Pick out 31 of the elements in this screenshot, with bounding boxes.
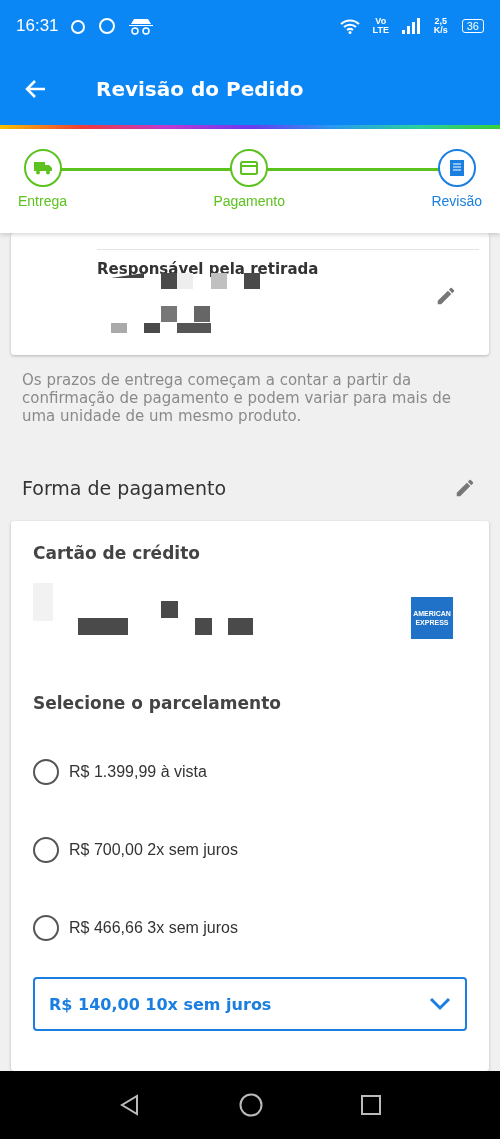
card-icon bbox=[240, 161, 259, 175]
battery-level: 36 bbox=[461, 19, 484, 33]
receipt-icon bbox=[449, 160, 464, 176]
network-speed: 2,5 K/s bbox=[432, 17, 449, 35]
step-label[interactable]: Revisão bbox=[431, 193, 482, 209]
payment-method: Cartão de crédito bbox=[33, 543, 201, 563]
radio-button[interactable] bbox=[33, 915, 59, 941]
section-title: Forma de pagamento bbox=[22, 477, 227, 499]
chevron-down-icon bbox=[429, 997, 451, 1011]
page-title: Revisão do Pedido bbox=[96, 76, 304, 101]
recents-nav-icon[interactable] bbox=[361, 1095, 381, 1115]
home-nav-icon[interactable] bbox=[239, 1093, 263, 1117]
truck-icon bbox=[33, 161, 52, 175]
installment-option[interactable]: R$ 466,66 3x sem juros bbox=[69, 919, 238, 937]
signal-icon bbox=[401, 18, 420, 34]
radio-button[interactable] bbox=[33, 759, 59, 785]
step-label[interactable]: Entrega bbox=[18, 193, 68, 209]
wifi-icon bbox=[339, 18, 360, 34]
installments-heading: Selecione o parcelamento bbox=[33, 693, 282, 713]
installment-option[interactable]: R$ 1.399,99 à vista bbox=[69, 763, 207, 781]
edit-icon[interactable] bbox=[454, 477, 476, 499]
back-nav-icon[interactable] bbox=[119, 1094, 141, 1116]
radio-button[interactable] bbox=[33, 837, 59, 863]
status-time: 16:31 bbox=[16, 16, 59, 36]
step-label[interactable]: Pagamento bbox=[213, 193, 286, 209]
delivery-note: Os prazos de entrega começam a contar a partir da confirmação de pagamento e podem variar para mais de uma unidade de um mesmo produto. bbox=[22, 371, 453, 425]
network-type: Vo LTE bbox=[371, 17, 390, 35]
dropdown-value: R$ 140,00 10x sem juros bbox=[49, 994, 272, 1014]
installment-option[interactable]: R$ 700,00 2x sem juros bbox=[69, 841, 238, 859]
edit-icon[interactable] bbox=[435, 285, 457, 307]
installment-dropdown[interactable]: R$ 140,00 10x sem juros bbox=[33, 977, 467, 1031]
